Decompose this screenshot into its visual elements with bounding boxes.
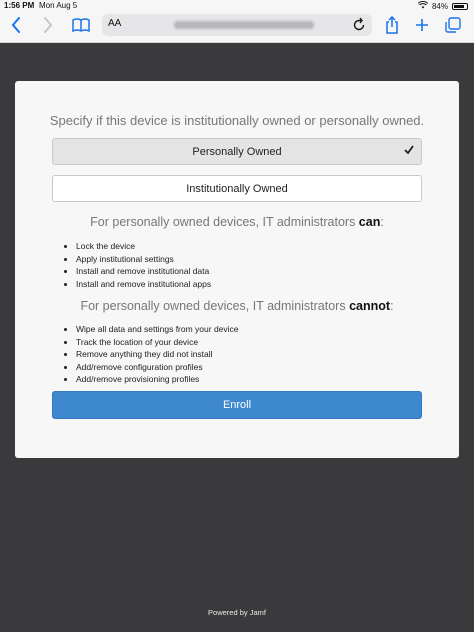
list-item: Apply institutional settings: [76, 253, 211, 266]
cannot-heading-prefix: For personally owned devices, IT adminis…: [80, 299, 350, 313]
reload-icon[interactable]: [352, 16, 366, 37]
list-item: Track the location of your device: [76, 336, 239, 349]
list-item: Wipe all data and settings from your dev…: [76, 323, 239, 336]
list-item: Install and remove institutional apps: [76, 278, 211, 291]
list-item: Add/remove configuration profiles: [76, 361, 239, 374]
checkmark-icon: [404, 145, 414, 157]
list-item: Remove anything they did not install: [76, 348, 239, 361]
can-list: Lock the device Apply institutional sett…: [62, 240, 211, 290]
status-date: Mon Aug 5: [39, 1, 78, 10]
book-icon: [72, 18, 90, 32]
can-heading-prefix: For personally owned devices, IT adminis…: [90, 215, 359, 229]
powered-by-footer: Powered by Jamf: [208, 608, 266, 617]
battery-percent: 84%: [431, 1, 448, 11]
status-right: 84%: [417, 0, 468, 11]
cannot-list: Wipe all data and settings from your dev…: [62, 323, 239, 386]
battery-icon: [452, 2, 468, 10]
cannot-heading-suffix: :: [390, 299, 394, 313]
option-label: Personally Owned: [192, 145, 282, 158]
cannot-keyword: cannot: [349, 299, 391, 313]
tabs-icon: [445, 17, 461, 33]
personally-owned-option[interactable]: Personally Owned: [52, 138, 422, 165]
status-time: 1:56 PM: [4, 1, 35, 10]
status-bar: 1:56 PM Mon Aug 5 84%: [0, 0, 474, 11]
can-heading: For personally owned devices, IT adminis…: [15, 215, 459, 229]
forward-button[interactable]: [38, 14, 58, 36]
tabs-overview-button[interactable]: [443, 14, 463, 36]
back-button[interactable]: [6, 14, 26, 36]
cannot-heading: For personally owned devices, IT adminis…: [15, 299, 459, 313]
new-tab-button[interactable]: [412, 14, 432, 36]
bookmarks-button[interactable]: [70, 14, 92, 36]
list-item: Lock the device: [76, 240, 211, 253]
share-icon: [386, 16, 398, 34]
plus-icon: [416, 19, 428, 31]
wifi-icon: [417, 0, 429, 11]
list-item: Install and remove institutional data: [76, 265, 211, 278]
browser-toolbar: 1:56 PM Mon Aug 5 84% AA: [0, 0, 474, 43]
option-label: Institutionally Owned: [186, 182, 288, 195]
ownership-heading: Specify if this device is institutionall…: [49, 113, 425, 128]
url-text-redacted: [174, 21, 314, 29]
can-keyword: can: [358, 215, 381, 229]
reader-view-button[interactable]: AA: [108, 18, 121, 29]
institutionally-owned-option[interactable]: Institutionally Owned: [52, 175, 422, 202]
enrollment-card: Specify if this device is institutionall…: [15, 81, 459, 458]
list-item: Add/remove provisioning profiles: [76, 373, 239, 386]
chevron-right-icon: [44, 17, 53, 33]
share-button[interactable]: [382, 14, 402, 36]
address-bar[interactable]: AA: [102, 14, 372, 36]
chevron-left-icon: [11, 17, 20, 33]
enroll-button[interactable]: Enroll: [52, 391, 422, 419]
can-heading-suffix: :: [380, 215, 384, 229]
